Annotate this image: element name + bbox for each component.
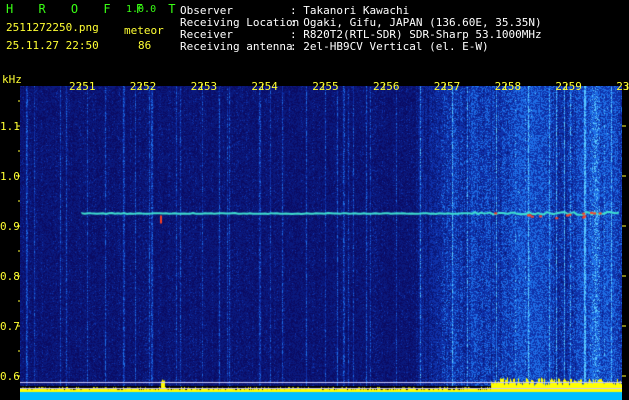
app-version: 1.0.0 bbox=[126, 4, 157, 15]
time-tick-label: 2253 bbox=[191, 80, 218, 93]
time-tick-label: 2254 bbox=[251, 80, 278, 93]
time-tick-label: 2256 bbox=[373, 80, 400, 93]
freq-tick-label: 0.9 bbox=[0, 220, 20, 233]
time-tick-label: 2300 bbox=[616, 80, 629, 93]
time-tick-label: 2255 bbox=[312, 80, 339, 93]
antenna-label: Receiving antenna bbox=[180, 40, 293, 53]
time-tick-label: 2258 bbox=[495, 80, 521, 93]
antenna-value: : 2el-HB9CV Vertical (el. E-W) bbox=[290, 40, 489, 53]
file-name: 2511272250.png bbox=[6, 21, 99, 34]
time-tick-label: 2259 bbox=[555, 80, 582, 93]
freq-tick-label: 1.1 bbox=[0, 120, 20, 133]
time-tick-label: 2251 bbox=[69, 80, 96, 93]
header-panel: H R O F F T 1.0.0 2511272250.png meteor … bbox=[0, 0, 629, 72]
freq-tick-label: 0.7 bbox=[0, 320, 20, 333]
meteor-count: 86 bbox=[138, 39, 152, 52]
time-tick-label: 2257 bbox=[434, 80, 461, 93]
freq-tick-label: 0.6 bbox=[0, 370, 20, 383]
spectrogram-axes: kHz 2251 2252 2253 2254 2255 2256 2257 2258 2259 2… bbox=[0, 73, 629, 383]
freq-tick-label: 0.8 bbox=[0, 270, 20, 283]
time-tick-label: 2252 bbox=[130, 80, 157, 93]
y-axis-label: kHz bbox=[2, 73, 22, 86]
app-logo: H R O F F T bbox=[6, 2, 185, 16]
capture-datetime: 25.11.27 22:50 bbox=[6, 39, 99, 52]
freq-tick-label: 1.0 bbox=[0, 170, 20, 183]
meteor-label: meteor bbox=[124, 24, 164, 37]
